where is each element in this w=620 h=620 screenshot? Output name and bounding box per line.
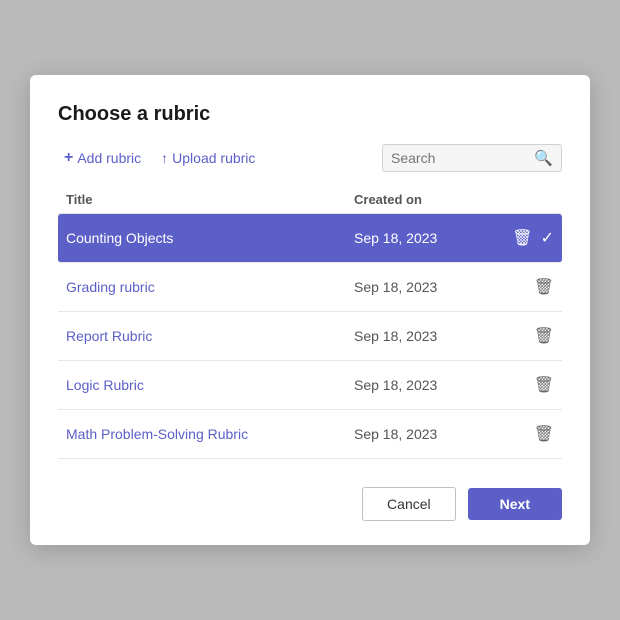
col-created-header: Created on xyxy=(354,192,494,207)
delete-icon[interactable]: 🗑 xyxy=(512,228,532,248)
row-title: Report Rubric xyxy=(66,328,354,344)
row-actions: 🗑 xyxy=(494,424,554,444)
modal-overlay: Choose a rubric + Add rubric ↑ Upload ru… xyxy=(0,0,620,620)
row-date: Sep 18, 2023 xyxy=(354,426,494,442)
upload-rubric-label: Upload rubric xyxy=(172,150,255,166)
delete-icon[interactable]: 🗑 xyxy=(534,326,554,346)
row-actions: 🗑✓ xyxy=(494,228,554,248)
search-icon: 🔍 xyxy=(534,149,553,167)
row-title: Math Problem-Solving Rubric xyxy=(66,426,354,442)
toolbar: + Add rubric ↑ Upload rubric 🔍 xyxy=(58,144,562,172)
row-date: Sep 18, 2023 xyxy=(354,328,494,344)
row-title: Grading rubric xyxy=(66,279,354,295)
table-header: Title Created on xyxy=(58,186,562,214)
upload-rubric-button[interactable]: ↑ Upload rubric xyxy=(155,146,261,170)
add-rubric-label: Add rubric xyxy=(77,150,141,166)
delete-icon[interactable]: 🗑 xyxy=(534,375,554,395)
table-row[interactable]: Math Problem-Solving RubricSep 18, 2023 🗑 xyxy=(58,410,562,459)
row-actions: 🗑 xyxy=(494,277,554,297)
row-date: Sep 18, 2023 xyxy=(354,377,494,393)
row-title: Logic Rubric xyxy=(66,377,354,393)
table-row[interactable]: Report RubricSep 18, 2023 🗑 xyxy=(58,312,562,361)
modal-footer: Cancel Next xyxy=(58,487,562,521)
plus-icon: + xyxy=(64,149,73,167)
add-rubric-button[interactable]: + Add rubric xyxy=(58,145,147,171)
search-input[interactable] xyxy=(391,150,528,166)
row-actions: 🗑 xyxy=(494,326,554,346)
delete-icon[interactable]: 🗑 xyxy=(534,277,554,297)
col-title-header: Title xyxy=(66,192,354,207)
row-date: Sep 18, 2023 xyxy=(354,230,494,246)
table-row[interactable]: Logic RubricSep 18, 2023 🗑 xyxy=(58,361,562,410)
row-actions: 🗑 xyxy=(494,375,554,395)
row-date: Sep 18, 2023 xyxy=(354,279,494,295)
table-row[interactable]: Counting ObjectsSep 18, 2023🗑✓ xyxy=(58,214,562,263)
cancel-button[interactable]: Cancel xyxy=(362,487,456,521)
table-row[interactable]: Grading rubricSep 18, 2023 🗑 xyxy=(58,263,562,312)
modal-title: Choose a rubric xyxy=(58,103,562,126)
next-button[interactable]: Next xyxy=(468,488,562,520)
rubric-table: Counting ObjectsSep 18, 2023🗑✓Grading ru… xyxy=(58,214,562,459)
choose-rubric-modal: Choose a rubric + Add rubric ↑ Upload ru… xyxy=(30,75,590,545)
row-title: Counting Objects xyxy=(66,230,354,246)
upload-icon: ↑ xyxy=(161,150,168,166)
search-box[interactable]: 🔍 xyxy=(382,144,562,172)
delete-icon[interactable]: 🗑 xyxy=(534,424,554,444)
check-icon: ✓ xyxy=(541,228,554,248)
